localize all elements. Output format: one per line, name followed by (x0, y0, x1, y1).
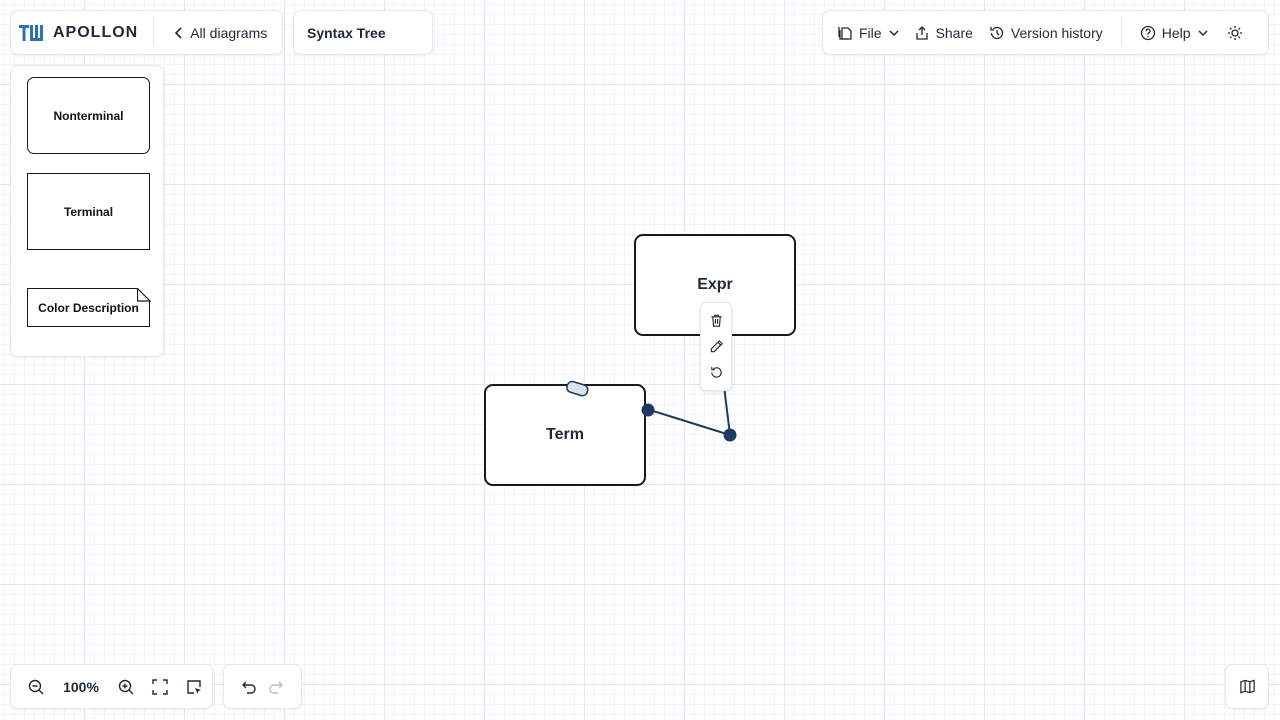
edit-edge-button[interactable] (704, 334, 728, 358)
version-history-button[interactable]: Version history (989, 25, 1103, 41)
edge-waypoint-handle[interactable] (723, 428, 737, 442)
zoom-out-icon (28, 679, 44, 694)
zoom-in-button[interactable] (114, 675, 138, 699)
palette-terminal-label: Terminal (63, 204, 114, 219)
help-circle-icon (1140, 25, 1155, 40)
zoom-out-button[interactable] (24, 675, 48, 699)
palette-color-description-label: Color Description (38, 300, 139, 315)
diagram-title-panel[interactable]: Syntax Tree (293, 10, 433, 55)
palette-terminal[interactable]: Terminal (27, 173, 150, 250)
edge-layer (585, 385, 731, 436)
file-menu-button[interactable]: File (837, 25, 900, 41)
map-icon (1239, 679, 1255, 694)
fit-to-screen-button[interactable] (148, 675, 172, 699)
minimap-toggle[interactable] (1225, 664, 1269, 709)
chevron-left-icon (175, 26, 182, 39)
element-palette: Nonterminal Terminal Color Description (10, 65, 164, 357)
edge-waypoint-handle[interactable] (641, 403, 655, 417)
zoom-in-icon (118, 679, 134, 694)
sun-icon (1227, 25, 1242, 40)
trash-icon (710, 314, 722, 327)
node-label: Expr (697, 276, 733, 293)
selection-cursor-icon (187, 679, 201, 694)
edge-context-toolbar (700, 302, 732, 391)
select-mode-button[interactable] (182, 675, 206, 699)
diagram-title[interactable]: Syntax Tree (307, 25, 386, 41)
help-menu-button[interactable]: Help (1140, 25, 1209, 41)
palette-color-description[interactable]: Color Description (27, 288, 150, 327)
edge-line[interactable] (723, 385, 731, 436)
undo-redo-controls (223, 664, 302, 709)
fit-screen-icon (152, 678, 168, 695)
chevron-down-icon (1198, 29, 1208, 36)
zoom-level: 100% (63, 678, 99, 695)
history-icon (990, 26, 1004, 39)
node-label: Term (546, 426, 584, 443)
header-brand-panel: APOLLON All diagrams (10, 10, 283, 55)
version-history-label: Version history (1010, 24, 1103, 41)
toolbar-divider (1120, 18, 1122, 47)
folded-corner-icon (137, 288, 151, 302)
chevron-down-icon (889, 29, 899, 36)
all-diagrams-link[interactable]: All diagrams (154, 25, 267, 41)
share-button[interactable]: Share (914, 25, 973, 41)
pencil-icon (710, 340, 723, 353)
redo-icon (269, 681, 283, 694)
main-toolbar: File Share Version history Help (822, 10, 1269, 55)
theme-toggle-button[interactable] (1227, 25, 1243, 41)
palette-nonterminal-label: Nonterminal (53, 108, 124, 123)
palette-nonterminal[interactable]: Nonterminal (27, 77, 150, 154)
delete-edge-button[interactable] (704, 308, 728, 332)
files-icon (838, 26, 852, 40)
undo-button[interactable] (236, 675, 260, 699)
redo-button[interactable] (265, 675, 289, 699)
edge-handles-layer (566, 380, 737, 442)
zoom-controls: 100% (10, 664, 213, 709)
undo-icon (242, 681, 256, 694)
tum-logo-icon (19, 24, 43, 41)
reset-icon (710, 367, 722, 379)
share-label: Share (935, 24, 973, 41)
help-menu-label: Help (1161, 24, 1191, 41)
reset-edge-button[interactable] (704, 361, 728, 385)
logo[interactable]: APOLLON (11, 11, 138, 54)
share-icon (915, 25, 928, 40)
node-term[interactable]: Term (484, 384, 646, 486)
file-menu-label: File (859, 24, 882, 41)
all-diagrams-label: All diagrams (190, 24, 268, 41)
brand-name: APOLLON (53, 23, 139, 41)
